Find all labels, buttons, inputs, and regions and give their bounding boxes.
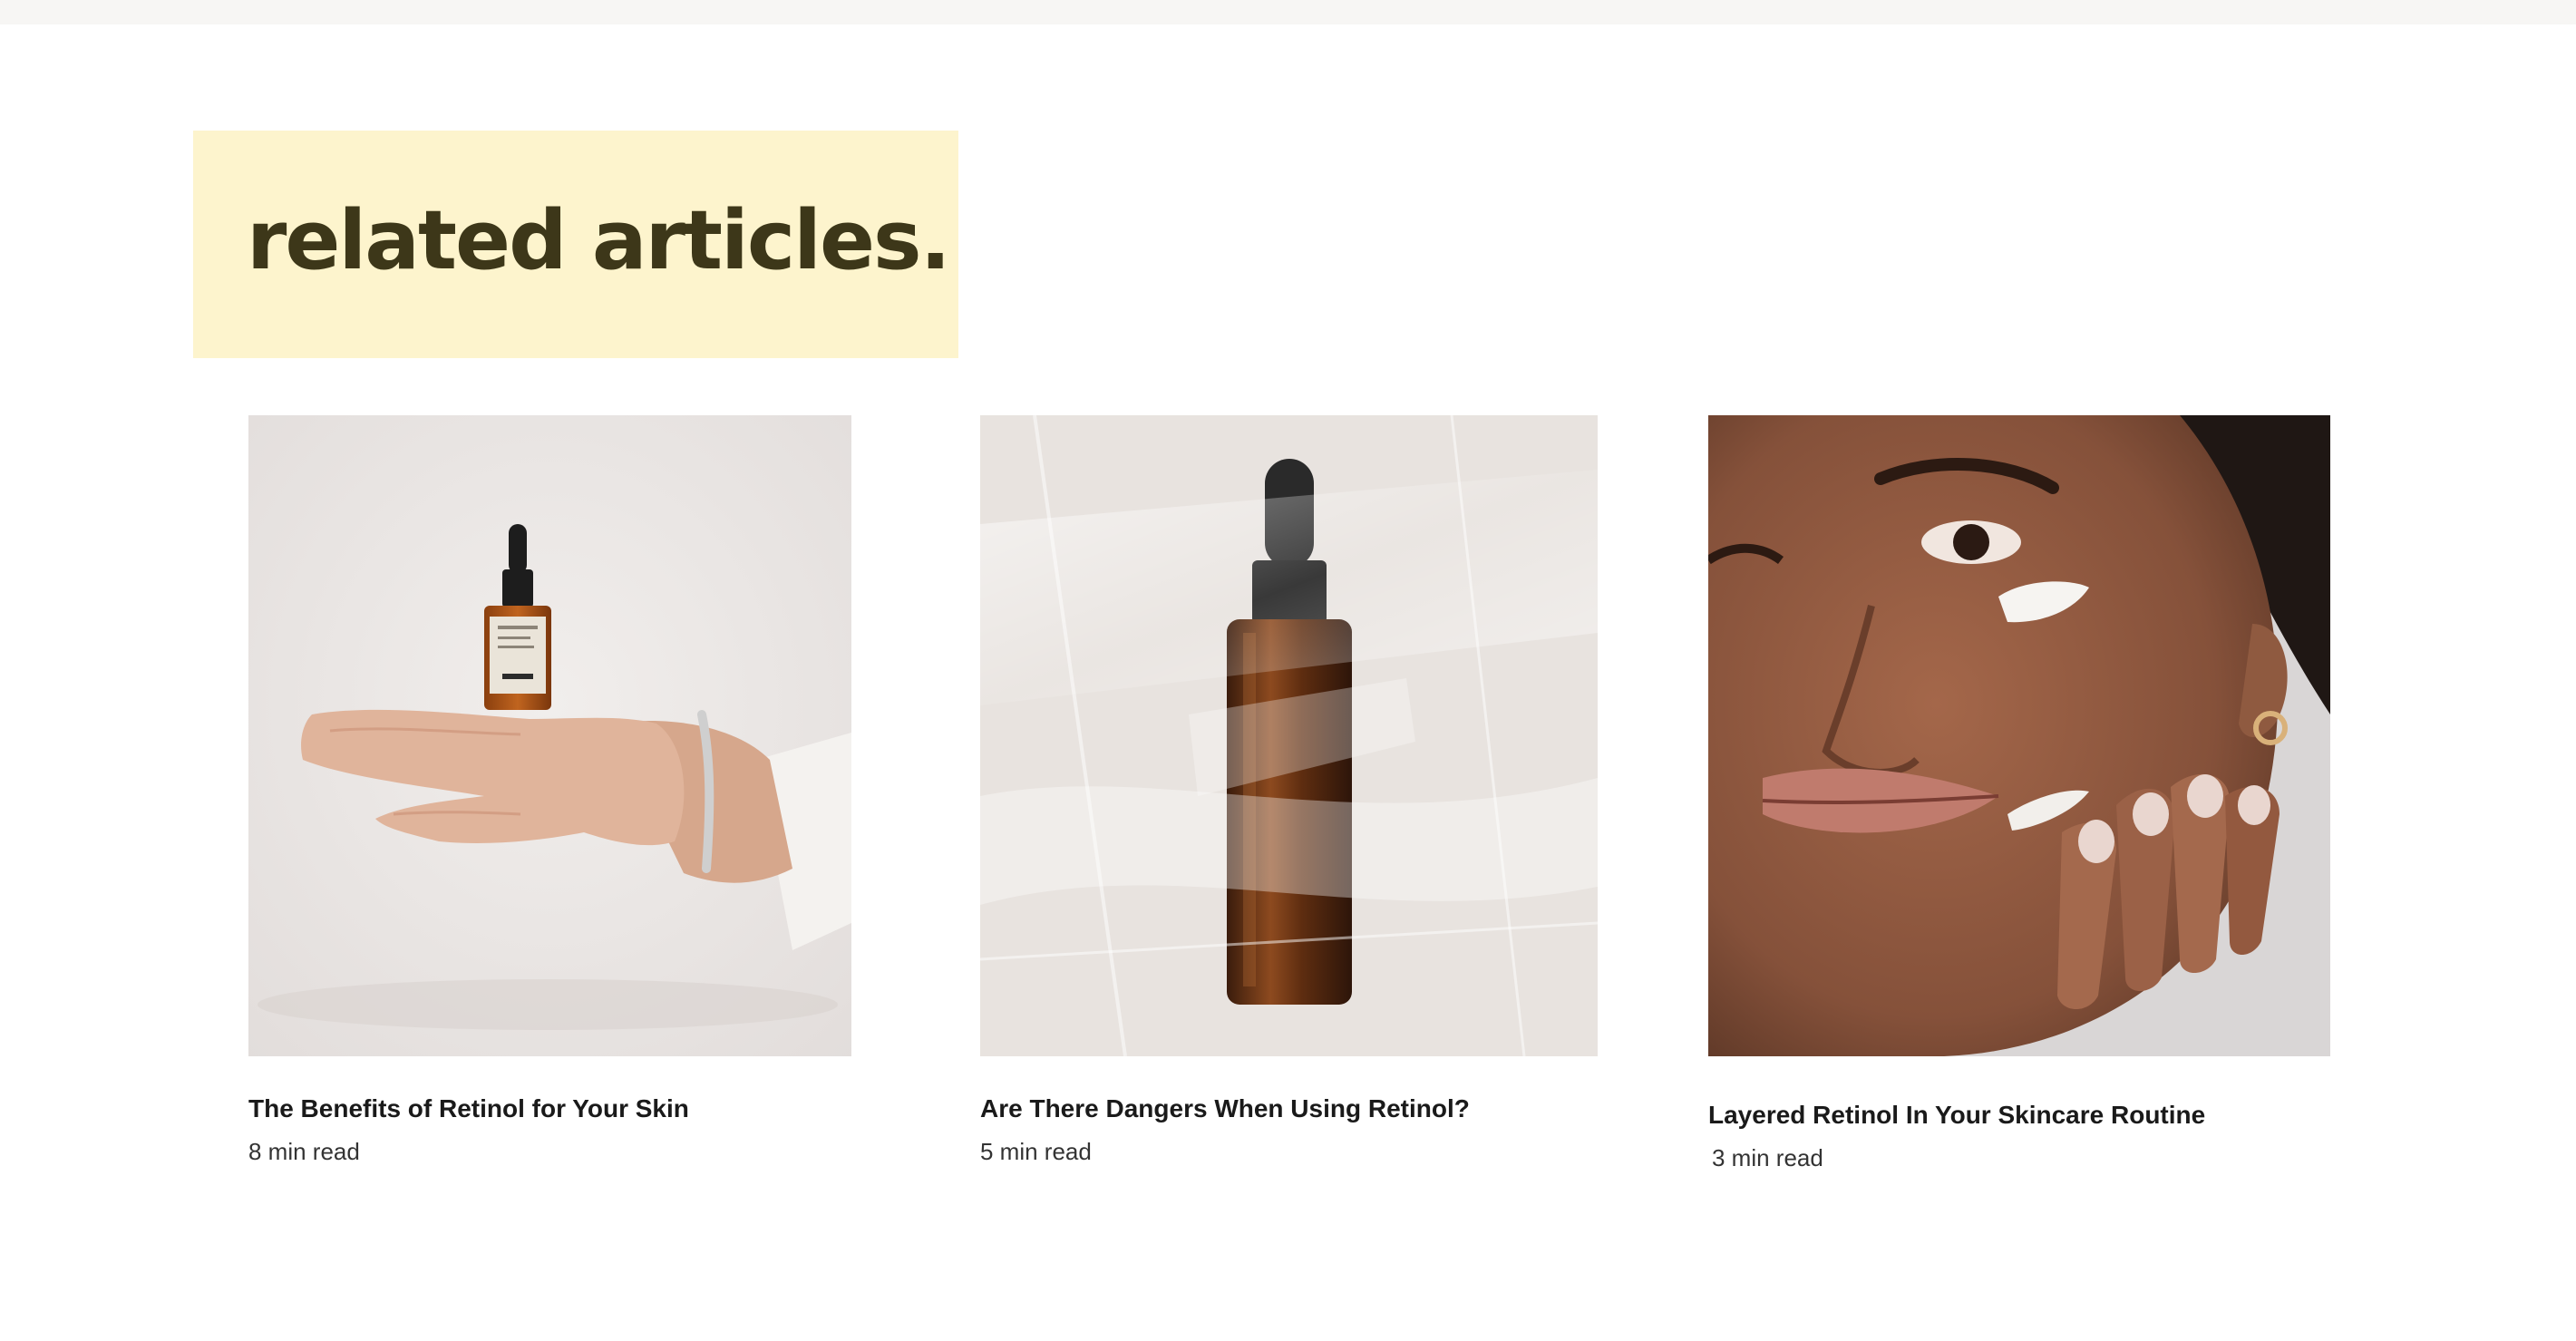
article-title[interactable]: Layered Retinol In Your Skincare Routine (1708, 1101, 2205, 1130)
top-strip (0, 0, 2576, 24)
article-read-time: 5 min read (980, 1138, 1092, 1165)
section-heading-banner: related articles. (193, 131, 958, 358)
article-title[interactable]: Are There Dangers When Using Retinol? (980, 1094, 1470, 1123)
article-read-time: 8 min read (248, 1138, 360, 1165)
article-title[interactable]: The Benefits of Retinol for Your Skin (248, 1094, 689, 1123)
article-image-woman-applying-cream[interactable] (1708, 415, 2330, 1056)
article-image-dropper-bottle[interactable] (980, 415, 1598, 1056)
article-read-time: 3 min read (1712, 1144, 1823, 1171)
article-image-serum-on-hand[interactable] (248, 415, 851, 1056)
section-heading: related articles. (247, 193, 951, 288)
